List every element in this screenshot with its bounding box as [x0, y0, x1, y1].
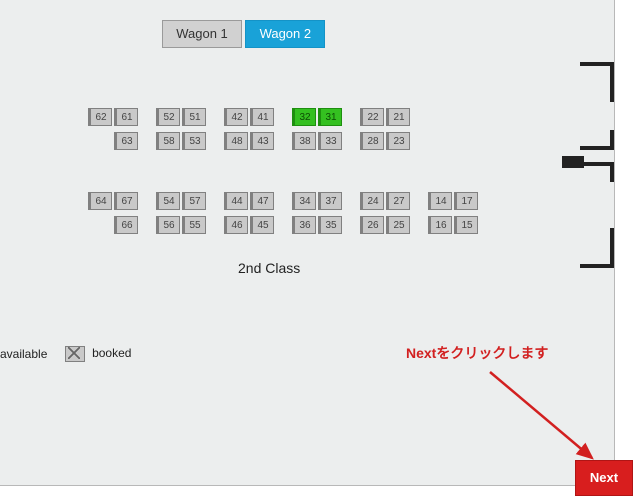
- seat-group: 4241: [224, 108, 284, 126]
- seat-47[interactable]: 47: [250, 192, 274, 210]
- seat-group: [428, 108, 488, 126]
- seat-54[interactable]: 54: [156, 192, 180, 210]
- seat-37[interactable]: 37: [318, 192, 342, 210]
- seat-61[interactable]: 61: [114, 108, 138, 126]
- wagon-tabs: Wagon 1 Wagon 2: [162, 20, 325, 48]
- seat-22[interactable]: 22: [360, 108, 384, 126]
- legend-booked-label: booked: [92, 346, 131, 360]
- seat-63[interactable]: 63: [114, 132, 138, 150]
- seat-15[interactable]: 15: [454, 216, 478, 234]
- seat-group: 6261: [88, 108, 148, 126]
- seat-group: 4843: [224, 132, 284, 150]
- seat-44[interactable]: 44: [224, 192, 248, 210]
- seat-58[interactable]: 58: [156, 132, 180, 150]
- seat-46[interactable]: 46: [224, 216, 248, 234]
- seat-43[interactable]: 43: [250, 132, 274, 150]
- carriage-bracket-icon: [580, 228, 614, 268]
- seat-group: 3635: [292, 216, 352, 234]
- seat-55[interactable]: 55: [182, 216, 206, 234]
- seat-group: 66: [88, 216, 148, 234]
- seat-group: 5251: [156, 108, 216, 126]
- seat-group: 4645: [224, 216, 284, 234]
- seat-66[interactable]: 66: [114, 216, 138, 234]
- tab-wagon-2[interactable]: Wagon 2: [245, 20, 325, 48]
- seat-42[interactable]: 42: [224, 108, 248, 126]
- seat-group: 4447: [224, 192, 284, 210]
- seat-52[interactable]: 52: [156, 108, 180, 126]
- seat-group: 2427: [360, 192, 420, 210]
- seat-48[interactable]: 48: [224, 132, 248, 150]
- seat-group: 5853: [156, 132, 216, 150]
- carriage-bracket-icon: [580, 162, 614, 182]
- seat-35[interactable]: 35: [318, 216, 342, 234]
- class-label: 2nd Class: [238, 260, 300, 276]
- seat-group: 1615: [428, 216, 488, 234]
- seat-14[interactable]: 14: [428, 192, 452, 210]
- seat-25[interactable]: 25: [386, 216, 410, 234]
- seat-area: 6261525142413231222163585348433833282364…: [88, 108, 588, 240]
- seat-group: 5457: [156, 192, 216, 210]
- seat-67[interactable]: 67: [114, 192, 138, 210]
- seat-group: 3833: [292, 132, 352, 150]
- seat-34[interactable]: 34: [292, 192, 316, 210]
- seat-24[interactable]: 24: [360, 192, 384, 210]
- legend: available booked: [0, 346, 145, 362]
- seat-group: 3437: [292, 192, 352, 210]
- carriage-bracket-icon: [580, 130, 614, 150]
- seat-group: 2625: [360, 216, 420, 234]
- seat-group: 6467: [88, 192, 148, 210]
- seat-64[interactable]: 64: [88, 192, 112, 210]
- seat-group: 2221: [360, 108, 420, 126]
- instruction-text: Nextをクリックします: [406, 343, 548, 363]
- tab-wagon-1[interactable]: Wagon 1: [162, 20, 242, 48]
- seat-23[interactable]: 23: [386, 132, 410, 150]
- seat-31[interactable]: 31: [318, 108, 342, 126]
- seat-group: [428, 132, 488, 150]
- seat-51[interactable]: 51: [182, 108, 206, 126]
- seat-57[interactable]: 57: [182, 192, 206, 210]
- seat-27[interactable]: 27: [386, 192, 410, 210]
- seat-group: 2823: [360, 132, 420, 150]
- seat-36[interactable]: 36: [292, 216, 316, 234]
- booked-icon: [65, 346, 85, 362]
- seat-group: 1417: [428, 192, 488, 210]
- seat-28[interactable]: 28: [360, 132, 384, 150]
- legend-booked: booked: [65, 346, 132, 362]
- seat-group: 3231: [292, 108, 352, 126]
- seat-row: 63 5853 4843 3833 2823: [88, 132, 588, 152]
- next-button[interactable]: Next: [575, 460, 633, 496]
- legend-available: available: [0, 347, 47, 361]
- seat-32[interactable]: 32: [292, 108, 316, 126]
- carriage-link-icon: [562, 156, 584, 168]
- seat-56[interactable]: 56: [156, 216, 180, 234]
- seat-26[interactable]: 26: [360, 216, 384, 234]
- seat-selection-panel: Wagon 1 Wagon 2 6261 5251 4241 3231 2221 63 58…: [0, 0, 615, 486]
- seat-row: 6467 5457 4447 3437 2427 1417: [88, 192, 588, 212]
- seat-17[interactable]: 17: [454, 192, 478, 210]
- seat-row: 66 5655 4645 3635 2625 1615: [88, 216, 588, 236]
- seat-62[interactable]: 62: [88, 108, 112, 126]
- seat-21[interactable]: 21: [386, 108, 410, 126]
- seat-row: 6261 5251 4241 3231 2221: [88, 108, 588, 128]
- seat-45[interactable]: 45: [250, 216, 274, 234]
- carriage-bracket-icon: [580, 62, 614, 102]
- seat-group: 5655: [156, 216, 216, 234]
- seat-group: 63: [88, 132, 148, 150]
- seat-41[interactable]: 41: [250, 108, 274, 126]
- seat-16[interactable]: 16: [428, 216, 452, 234]
- seat-38[interactable]: 38: [292, 132, 316, 150]
- seat-33[interactable]: 33: [318, 132, 342, 150]
- seat-53[interactable]: 53: [182, 132, 206, 150]
